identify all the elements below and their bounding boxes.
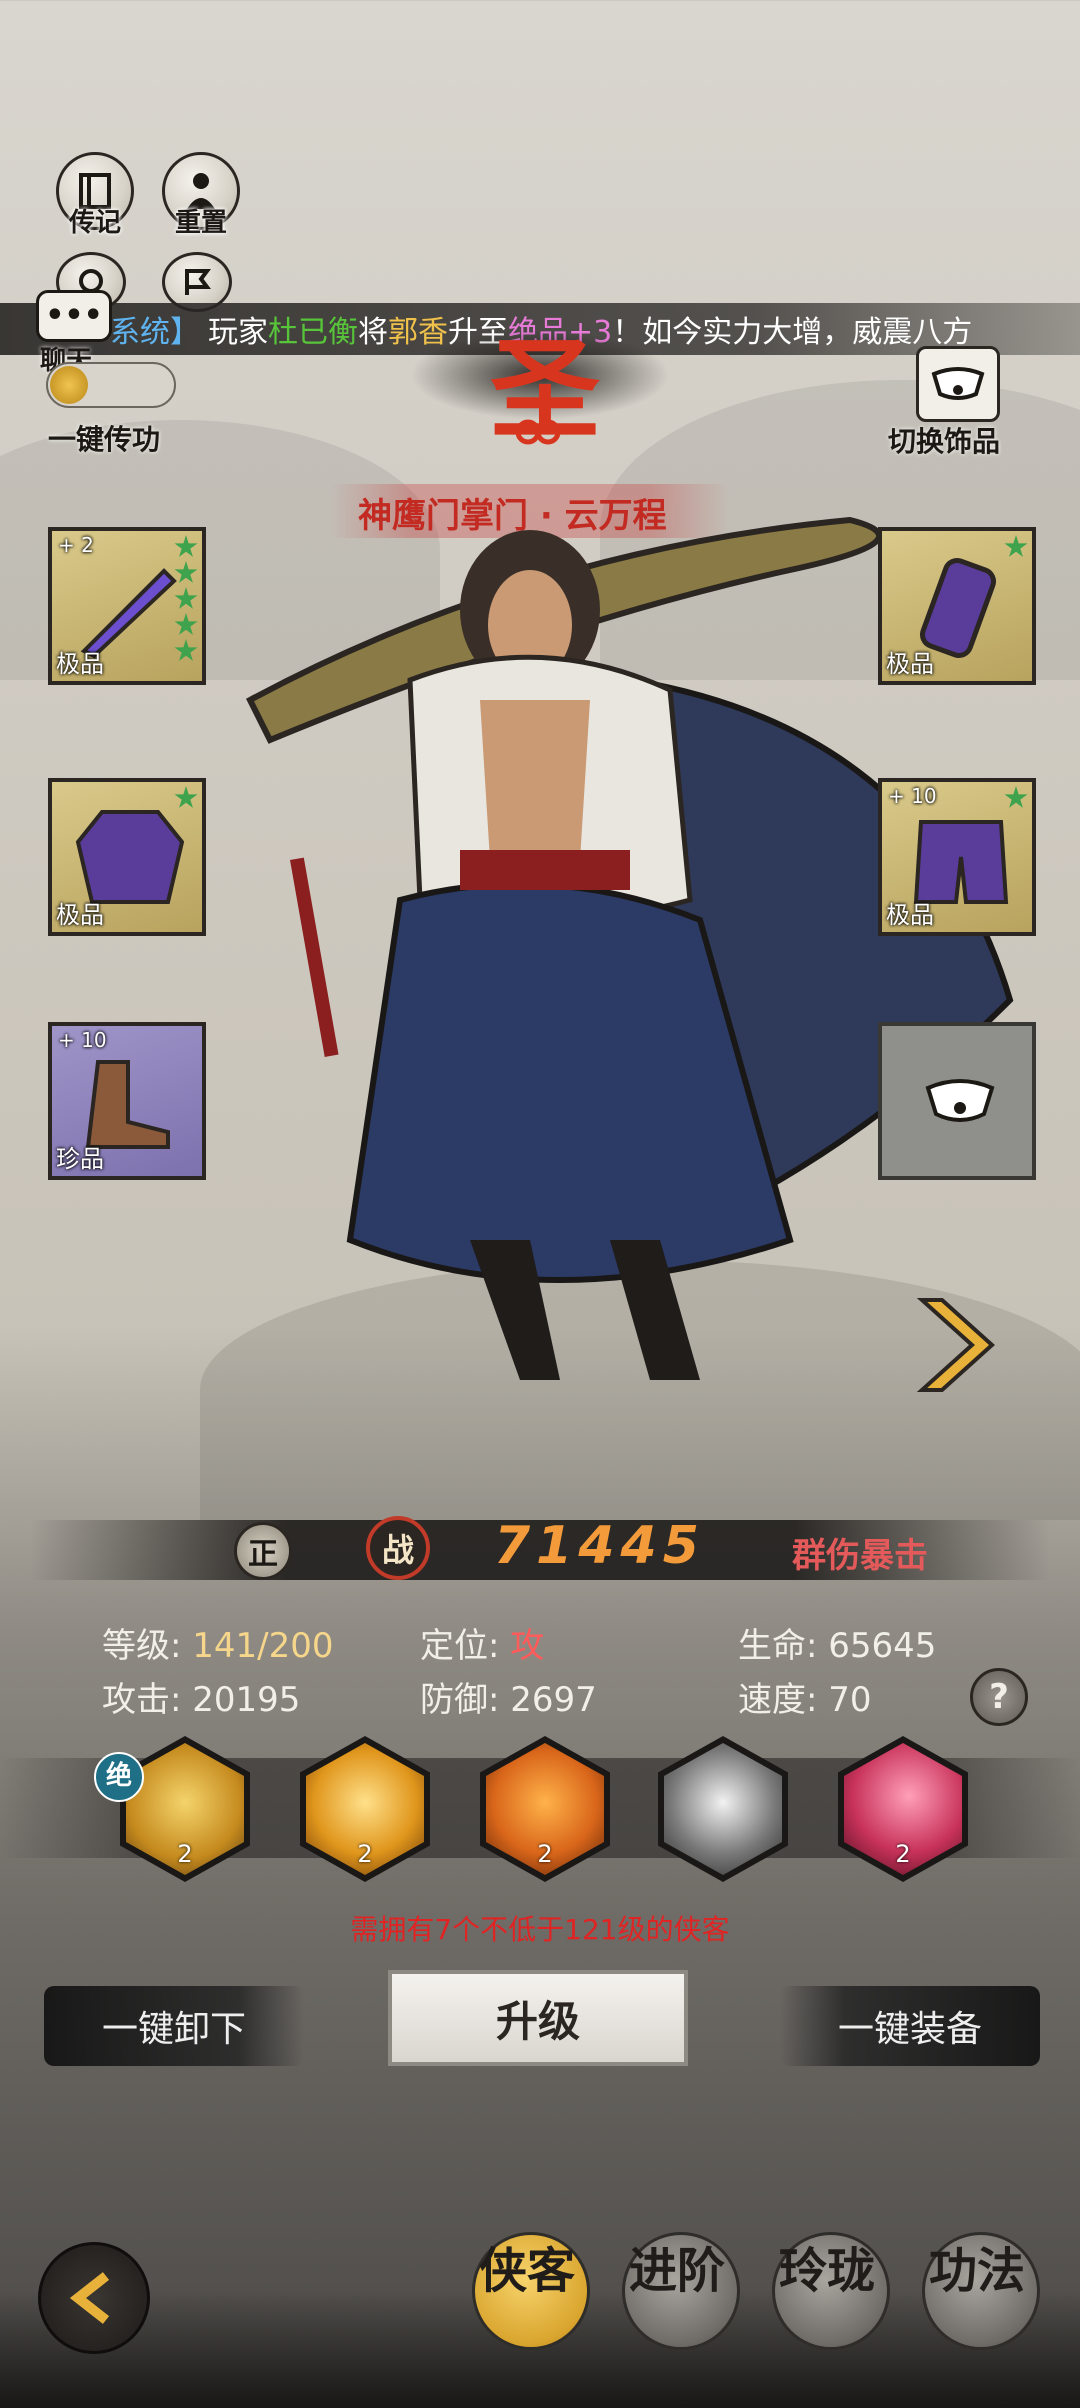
hp-stat: 生命: 65645 xyxy=(738,1618,936,1667)
accessory-icon xyxy=(931,367,985,400)
boots-plus: + 10 xyxy=(58,1028,107,1052)
level-stat: 等级: 141/200 xyxy=(102,1618,334,1667)
star-icon xyxy=(174,613,198,635)
weapon-quality: 极品 xyxy=(56,650,104,678)
skill-level: 2 xyxy=(895,1840,911,1868)
boots-icon xyxy=(85,1060,170,1149)
chat-bubble-icon: ••• xyxy=(45,298,103,333)
skill-level: 2 xyxy=(537,1840,553,1868)
ticker-prefix: 系统】 xyxy=(110,315,200,350)
role-tag: 群伤暴击 xyxy=(792,1536,928,1576)
upgrade-button[interactable]: 升级 xyxy=(388,1970,688,2066)
speed-label: 速度: xyxy=(738,1680,818,1720)
boots-slot[interactable]: + 10 珍品 xyxy=(48,1022,206,1180)
level-value: 141/200 xyxy=(192,1626,334,1666)
accessory-slot-empty[interactable] xyxy=(878,1022,1036,1180)
star-icon xyxy=(1004,535,1028,557)
tab-linglong-label: 玲珑 xyxy=(779,2243,876,2299)
bracer-stars xyxy=(1004,535,1028,559)
star-icon xyxy=(174,786,198,808)
flag-icon xyxy=(185,269,211,295)
weapon-slot[interactable]: + 2 极品 xyxy=(48,527,206,685)
position-stat: 定位: 攻 xyxy=(420,1618,544,1667)
skill-level: 2 xyxy=(357,1840,373,1868)
speed-value: 70 xyxy=(828,1680,872,1720)
star-icon xyxy=(174,639,198,661)
defense-stat: 防御: 2697 xyxy=(420,1672,597,1721)
skill-level: 2 xyxy=(177,1840,193,1868)
upgrade-label: 升级 xyxy=(495,1996,580,2046)
rank-swirl-icon xyxy=(512,410,564,450)
tab-hero[interactable]: 侠客 xyxy=(472,2232,590,2350)
armor-quality: 极品 xyxy=(56,901,104,929)
alignment-text: 正 xyxy=(248,1537,278,1572)
armor-stars xyxy=(174,786,198,810)
upgrade-requirement: 需拥有7个不低于121级的侠客 xyxy=(350,1913,730,1946)
switch-accessory-label: 切换饰品 xyxy=(888,425,1001,458)
tab-linglong[interactable]: 玲珑 xyxy=(772,2232,890,2350)
toggle-knob xyxy=(50,366,88,404)
star-icon xyxy=(174,535,198,557)
attack-stat: 攻击: 20195 xyxy=(102,1672,300,1721)
next-hero-button[interactable] xyxy=(912,1290,1012,1400)
position-value: 攻 xyxy=(510,1626,545,1666)
chat-button[interactable]: ••• xyxy=(36,290,112,342)
defense-label: 防御: xyxy=(420,1680,500,1720)
reset-label: 重置 xyxy=(174,208,227,238)
attack-label: 攻击: xyxy=(102,1680,182,1720)
weapon-stars xyxy=(174,535,198,663)
unequip-all-button[interactable]: 一键卸下 xyxy=(44,1986,304,2066)
skill-ultimate-badge: 绝 xyxy=(94,1752,144,1802)
level-label: 等级: xyxy=(102,1626,182,1666)
speed-stat: 速度: 70 xyxy=(738,1672,872,1721)
position-label: 定位: xyxy=(420,1626,500,1666)
equip-all-button[interactable]: 一键装备 xyxy=(780,1986,1040,2066)
bracer-slot[interactable]: 极品 xyxy=(878,527,1036,685)
help-icon: ? xyxy=(989,1677,1009,1717)
tab-advance[interactable]: 进阶 xyxy=(622,2232,740,2350)
pass-skill-label: 一键传功 xyxy=(48,423,161,456)
star-icon xyxy=(174,587,198,609)
biography-label: 传记 xyxy=(68,208,121,238)
pants-stars xyxy=(1004,786,1028,810)
pants-slot[interactable]: + 10 极品 xyxy=(878,778,1036,936)
accessory-icon xyxy=(925,1079,995,1122)
tab-kungfu[interactable]: 功法 xyxy=(922,2232,1040,2350)
chevron-left-icon xyxy=(69,2272,110,2324)
chevron-right-icon xyxy=(916,1298,995,1392)
star-icon xyxy=(174,561,198,583)
pants-quality: 极品 xyxy=(886,901,934,929)
back-button[interactable] xyxy=(38,2242,150,2354)
bracer-quality: 极品 xyxy=(886,650,934,678)
pass-skill-toggle[interactable] xyxy=(46,362,176,408)
power-value: 71445 xyxy=(494,1516,705,1576)
attack-value: 20195 xyxy=(192,1680,301,1720)
weapon-plus: + 2 xyxy=(58,533,94,557)
help-button[interactable]: ? xyxy=(970,1668,1028,1726)
tab-hero-label: 侠客 xyxy=(479,2243,576,2299)
power-badge: 战 xyxy=(366,1516,430,1580)
switch-accessory-button[interactable] xyxy=(916,346,1000,422)
pants-plus: + 10 xyxy=(888,784,937,808)
ticker-text-2: 将 xyxy=(358,315,388,350)
power-label: 战 xyxy=(381,1531,414,1569)
armor-slot[interactable]: 极品 xyxy=(48,778,206,936)
boots-quality: 珍品 xyxy=(56,1145,104,1173)
defense-value: 2697 xyxy=(510,1680,597,1720)
ticker-text-1: 玩家 xyxy=(208,315,268,350)
alignment-badge: 正 xyxy=(234,1522,292,1580)
star-icon xyxy=(1004,786,1028,808)
hp-value: 65645 xyxy=(828,1626,937,1666)
ticker-player: 杜已衡 xyxy=(268,315,358,350)
hp-label: 生命: xyxy=(738,1626,818,1666)
accessory-skill-icon xyxy=(664,1743,782,1875)
tab-advance-label: 进阶 xyxy=(629,2243,726,2299)
tab-kungfu-label: 功法 xyxy=(929,2243,1026,2299)
